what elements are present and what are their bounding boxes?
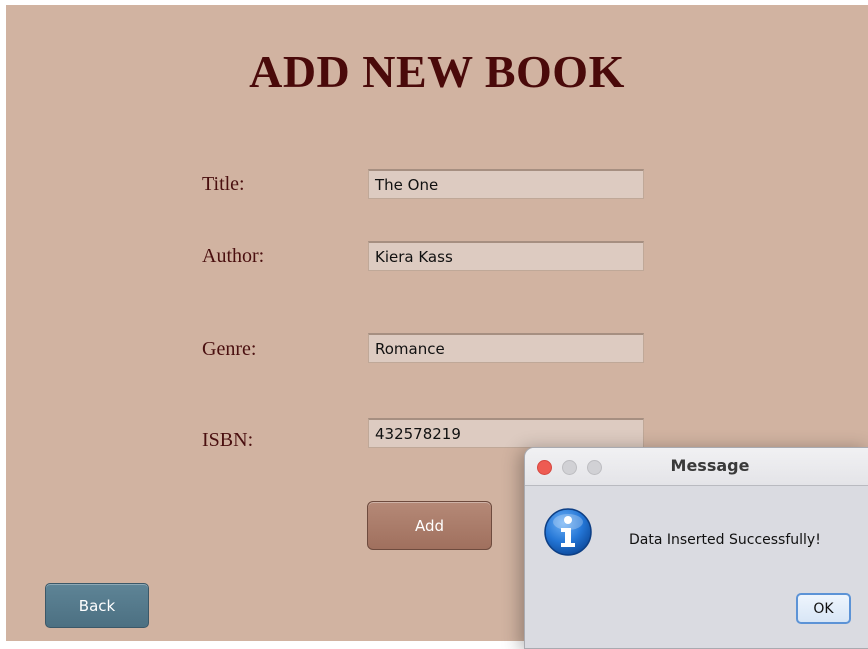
title-label: Title: <box>202 173 245 195</box>
author-label: Author: <box>202 245 265 267</box>
info-icon <box>543 507 593 557</box>
page-title: ADD NEW BOOK <box>249 46 625 97</box>
dialog-message: Data Inserted Successfully! <box>629 532 821 548</box>
ok-button[interactable]: OK <box>796 593 851 624</box>
author-field[interactable]: Kiera Kass <box>368 241 644 271</box>
message-dialog: Message Data Inserted Successfully! OK <box>524 447 868 649</box>
dialog-title: Message <box>670 456 750 475</box>
dialog-titlebar[interactable]: Message <box>525 448 868 486</box>
isbn-label: ISBN: <box>202 429 254 451</box>
genre-label: Genre: <box>202 338 257 360</box>
title-field[interactable]: The One <box>368 169 644 199</box>
genre-field[interactable]: Romance <box>368 333 644 363</box>
add-button[interactable]: Add <box>367 501 492 550</box>
back-button[interactable]: Back <box>45 583 149 628</box>
isbn-field[interactable]: 432578219 <box>368 418 644 448</box>
